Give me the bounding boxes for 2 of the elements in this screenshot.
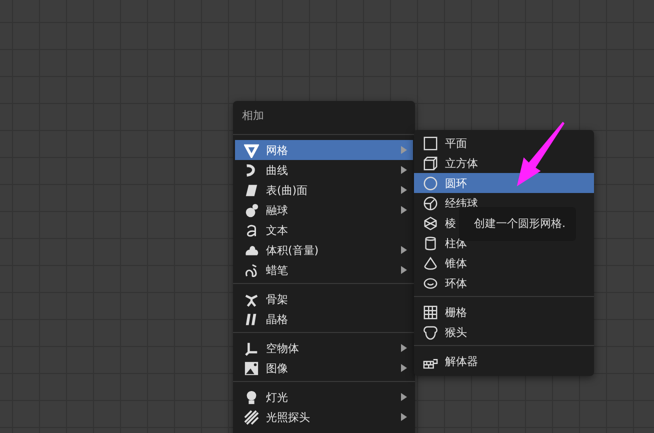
menu-title: 相加 [241,108,265,124]
tooltip: 创建一个圆形网格. [459,207,576,241]
